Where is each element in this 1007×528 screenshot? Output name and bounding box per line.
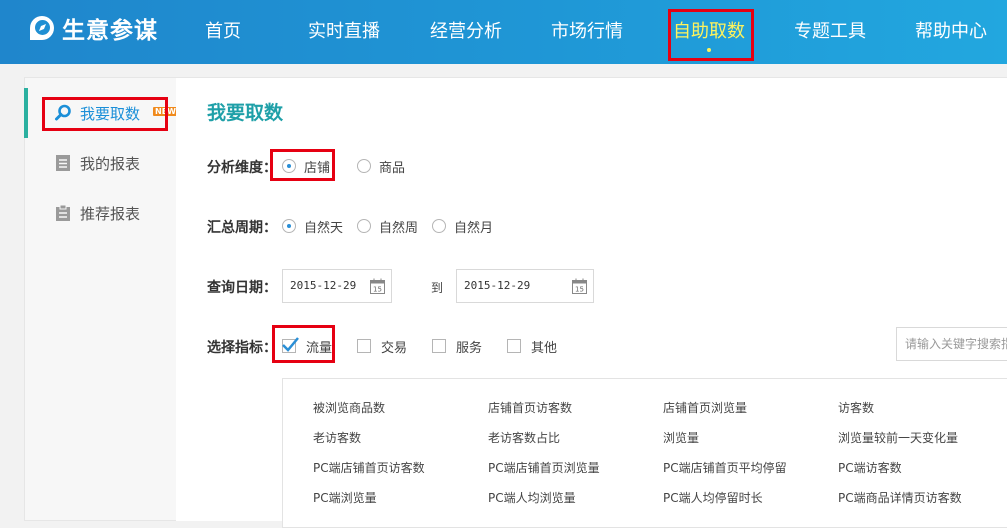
end-date-value: 2015-12-29: [464, 279, 531, 292]
nav-self-service-data[interactable]: 自助取数: [673, 0, 745, 64]
checkbox-label: 服务: [456, 340, 483, 356]
end-date-input[interactable]: 2015-12-29 15: [456, 269, 594, 303]
metric-item[interactable]: PC端店铺首页访客数: [313, 459, 425, 476]
new-badge: NEW: [153, 107, 178, 116]
metric-item[interactable]: PC端访客数: [838, 459, 902, 476]
nav-market[interactable]: 市场行情: [551, 0, 623, 64]
radio-selected-icon: [282, 219, 296, 233]
search-icon: [55, 104, 71, 121]
checkbox-empty-icon: [432, 339, 446, 353]
checkbox-empty-icon: [507, 339, 521, 353]
metric-item[interactable]: PC端店铺首页浏览量: [488, 459, 600, 476]
metrics-label: 选择指标：: [207, 340, 277, 356]
radio-empty-icon: [357, 159, 371, 173]
metric-item[interactable]: PC端浏览量: [313, 489, 377, 506]
metric-item[interactable]: 访客数: [838, 399, 874, 416]
report-icon: [56, 155, 70, 171]
top-nav-bar: 生意参谋 首页 实时直播 经营分析 市场行情 自助取数 专题工具 帮助中心: [0, 0, 1007, 64]
radio-empty-icon: [432, 219, 446, 233]
nav-realtime[interactable]: 实时直播: [308, 0, 380, 64]
metric-item[interactable]: PC端人均停留时长: [663, 489, 763, 506]
sidebar-item-recommended-reports[interactable]: 推荐报表: [54, 202, 140, 224]
logo-text: 生意参谋: [62, 18, 158, 44]
sidebar-item-get-data[interactable]: 我要取数: [54, 102, 140, 124]
metric-item[interactable]: 浏览量: [663, 429, 699, 446]
dimension-label: 分析维度：: [207, 160, 277, 176]
nav-home[interactable]: 首页: [205, 0, 241, 64]
sidebar: [24, 77, 176, 521]
radio-period-month[interactable]: 自然月: [432, 217, 494, 236]
nav-help[interactable]: 帮助中心: [915, 0, 987, 64]
radio-label: 店铺: [304, 160, 331, 176]
metric-item[interactable]: PC端店铺首页平均停留: [663, 459, 787, 476]
metric-item[interactable]: 店铺首页浏览量: [663, 399, 747, 416]
logo[interactable]: 生意参谋: [26, 11, 158, 45]
sidebar-item-my-reports[interactable]: 我的报表: [54, 152, 140, 174]
checkbox-service[interactable]: 服务: [432, 337, 483, 356]
radio-empty-icon: [357, 219, 371, 233]
metric-item[interactable]: 店铺首页访客数: [488, 399, 572, 416]
checkbox-checked-icon: [282, 337, 299, 353]
metric-item[interactable]: 老访客数占比: [488, 429, 560, 446]
calendar-icon[interactable]: 15: [572, 278, 587, 294]
checkbox-label: 交易: [381, 340, 408, 356]
checkbox-label: 其他: [531, 340, 558, 356]
nav-tools[interactable]: 专题工具: [794, 0, 866, 64]
metric-item[interactable]: 被浏览商品数: [313, 399, 385, 416]
radio-label: 商品: [379, 160, 406, 176]
checkbox-traffic[interactable]: 流量: [282, 337, 333, 356]
compass-logo-icon: [30, 16, 54, 40]
radio-selected-icon: [282, 159, 296, 173]
active-indicator-dot: [707, 48, 711, 52]
period-label: 汇总周期：: [207, 220, 277, 236]
metric-item[interactable]: 老访客数: [313, 429, 361, 446]
sidebar-item-label: 推荐报表: [80, 204, 141, 223]
metric-search-input[interactable]: 请输入关键字搜索指: [896, 327, 1007, 361]
svg-text:15: 15: [575, 286, 584, 294]
metric-item[interactable]: PC端商品详情页访客数: [838, 489, 962, 506]
radio-period-week[interactable]: 自然周: [357, 217, 419, 236]
sidebar-active-accent: [24, 88, 28, 138]
radio-label: 自然月: [454, 220, 494, 236]
nav-business-analysis[interactable]: 经营分析: [430, 0, 502, 64]
radio-label: 自然天: [304, 220, 344, 236]
start-date-value: 2015-12-29: [290, 279, 357, 292]
calendar-icon[interactable]: 15: [370, 278, 385, 294]
radio-dimension-shop[interactable]: 店铺: [282, 157, 331, 176]
svg-text:15: 15: [373, 286, 382, 294]
metric-item[interactable]: 浏览量较前一天变化量: [838, 429, 958, 446]
date-label: 查询日期：: [207, 280, 277, 296]
start-date-input[interactable]: 2015-12-29 15: [282, 269, 392, 303]
checkbox-trade[interactable]: 交易: [357, 337, 408, 356]
radio-label: 自然周: [379, 220, 419, 236]
metric-item[interactable]: PC端人均浏览量: [488, 489, 576, 506]
checkbox-empty-icon: [357, 339, 371, 353]
radio-dimension-product[interactable]: 商品: [357, 157, 406, 176]
clipboard-icon: [56, 204, 70, 221]
radio-period-day[interactable]: 自然天: [282, 217, 344, 236]
page-title: 我要取数: [207, 102, 284, 124]
checkbox-label: 流量: [306, 340, 333, 356]
sidebar-item-label: 我的报表: [80, 154, 141, 173]
date-to-label: 到: [431, 281, 444, 295]
nav-self-service-data-label: 自助取数: [673, 21, 745, 42]
checkbox-other[interactable]: 其他: [507, 337, 558, 356]
sidebar-item-label: 我要取数: [80, 104, 141, 123]
